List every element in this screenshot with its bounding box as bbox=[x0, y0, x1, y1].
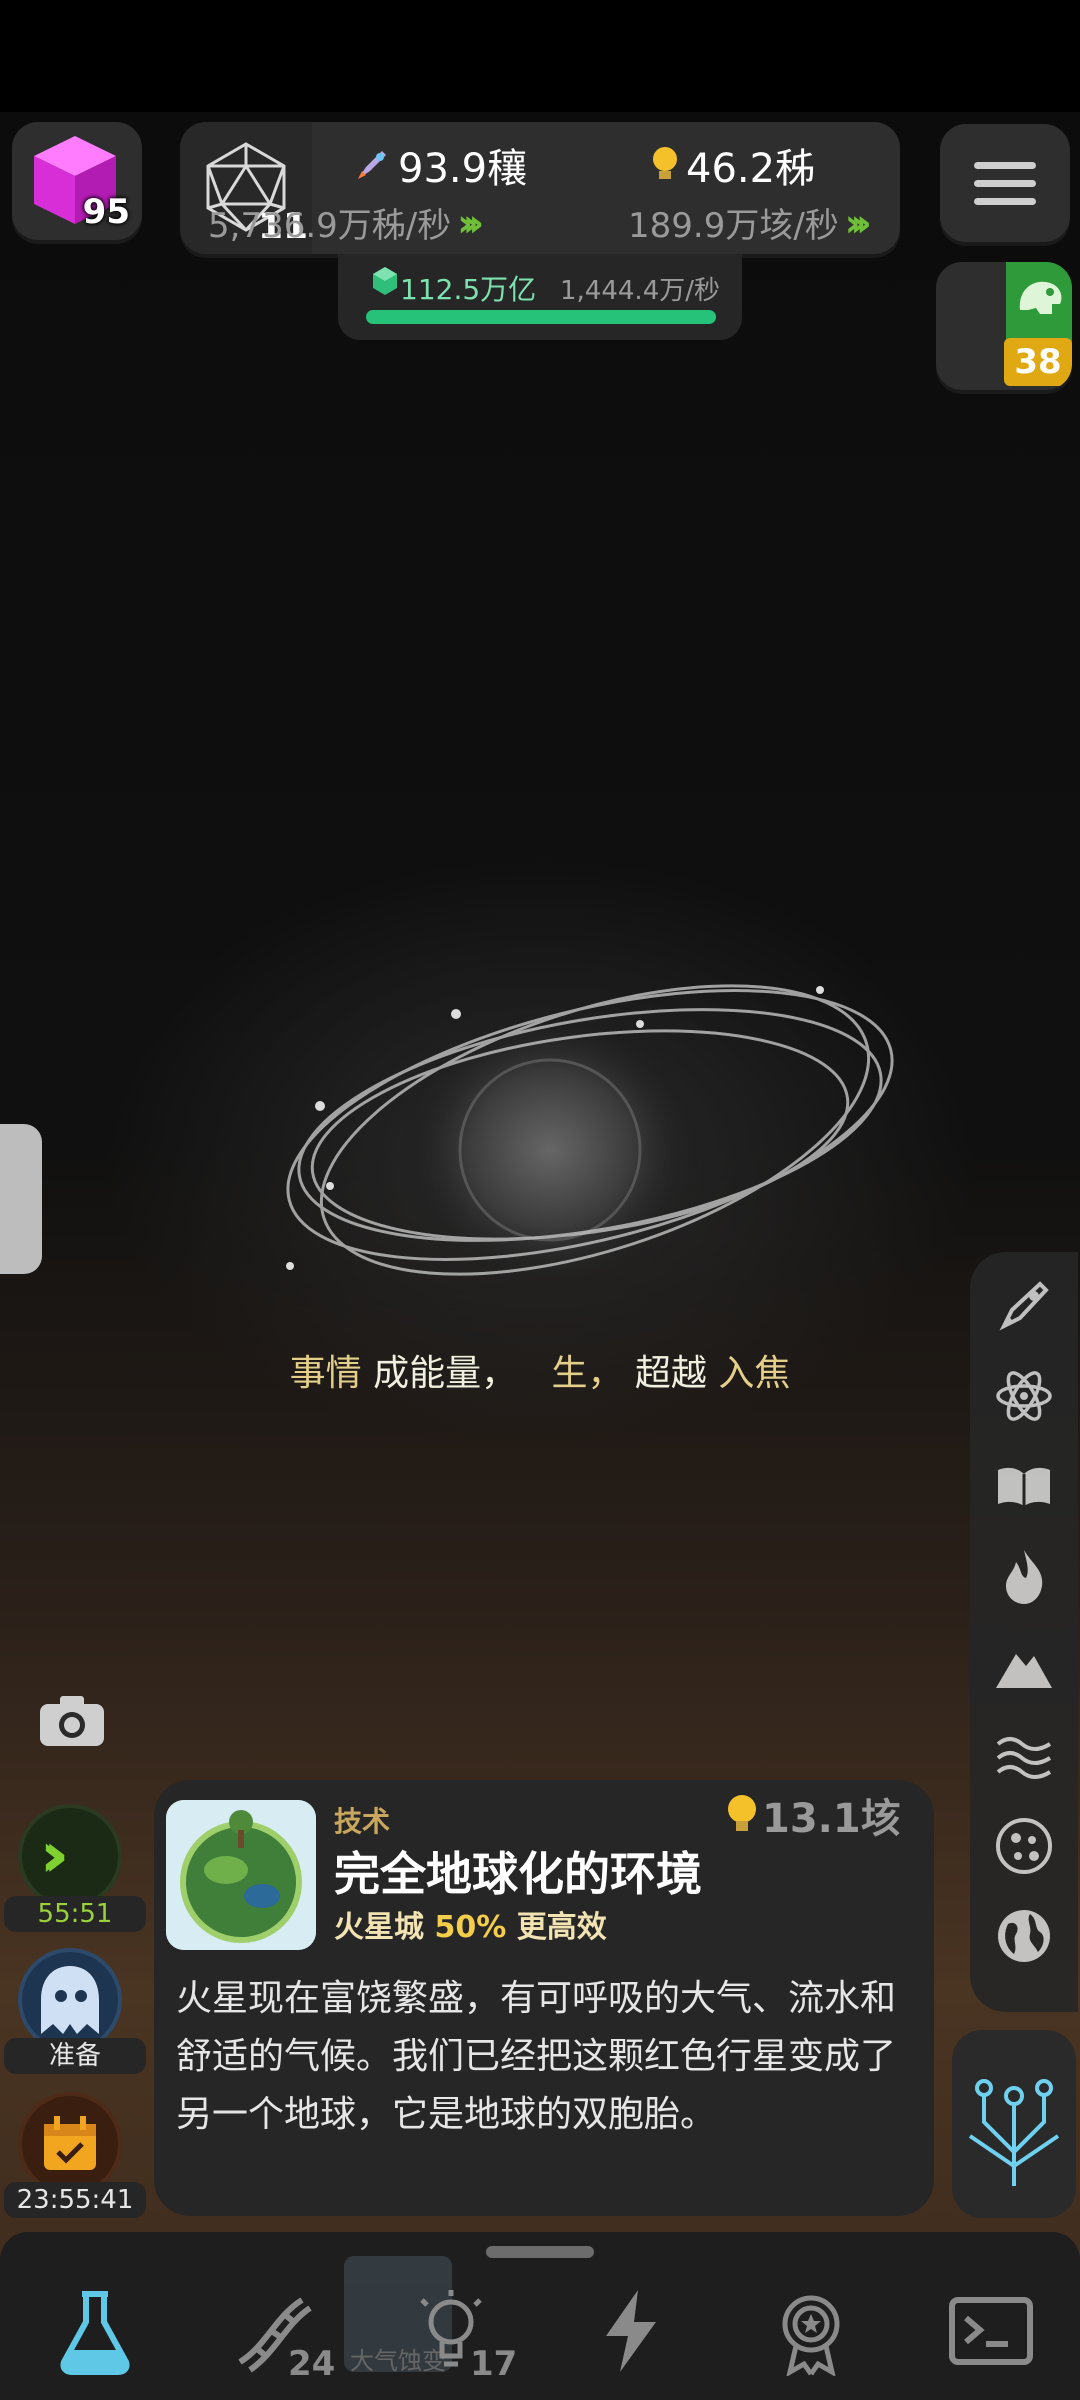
card-effect: 火星城 50% 更高效 bbox=[334, 1902, 607, 1946]
effect-target: 火星城 bbox=[334, 1910, 424, 1945]
menu-button[interactable] bbox=[940, 124, 1070, 242]
terminal-icon[interactable] bbox=[946, 2286, 1036, 2376]
waves-icon[interactable] bbox=[994, 1726, 1054, 1786]
caption-part: 生， bbox=[551, 1353, 624, 1394]
tech-card[interactable]: 技术 完全地球化的环境 火星城 50% 更高效 13.1垓 火星现在富饶繁盛，有… bbox=[154, 1780, 934, 2216]
category-sidebar bbox=[970, 1252, 1078, 2012]
rocket-icon bbox=[358, 151, 386, 179]
resource-1-rate-row: 5,736.9万秭/秒 ››› bbox=[208, 198, 484, 247]
caption-part: 事情 bbox=[289, 1353, 362, 1394]
ghost-button[interactable] bbox=[18, 1948, 122, 2052]
status-bar bbox=[0, 0, 1080, 112]
menu-icon-line bbox=[974, 198, 1036, 205]
resource-2-rate: 189.9万垓/秒 bbox=[628, 206, 839, 246]
resource-1[interactable]: 93.9穰 bbox=[352, 136, 527, 194]
mountain-icon[interactable] bbox=[994, 1636, 1054, 1696]
dna-count: 24 bbox=[288, 2344, 336, 2384]
lightbulb-count: 17 bbox=[470, 2344, 518, 2384]
gem-progress-bar bbox=[366, 310, 716, 324]
dinosaur-icon bbox=[1019, 281, 1062, 314]
boost-timer: 55:51 bbox=[4, 1896, 146, 1932]
dino-background bbox=[1006, 262, 1072, 346]
menu-icon-line bbox=[974, 162, 1036, 169]
resource-panel[interactable]: 11 93.9穰 5,736.9万秭/秒 ››› 46.2秭 189.9万垓/秒… bbox=[180, 122, 900, 254]
tree-icon bbox=[968, 2079, 1060, 2186]
camera-icon[interactable] bbox=[36, 1690, 108, 1750]
cube-button[interactable]: 95 bbox=[12, 122, 142, 240]
medal-icon[interactable] bbox=[766, 2286, 856, 2376]
dino-button[interactable]: 38 bbox=[936, 262, 1072, 390]
nav-drag-handle[interactable] bbox=[486, 2246, 594, 2258]
card-cost: 13.1垓 bbox=[726, 1786, 901, 1844]
lightning-icon[interactable] bbox=[586, 2286, 676, 2376]
menu-icon-line bbox=[974, 180, 1036, 187]
gem-icon bbox=[373, 267, 397, 295]
dino-count: 38 bbox=[1004, 338, 1072, 386]
caption-part: 超越 bbox=[634, 1353, 707, 1394]
atom-icon[interactable] bbox=[994, 1366, 1054, 1426]
resource-2[interactable]: 46.2秭 bbox=[650, 136, 815, 194]
card-description: 火星现在富饶繁盛，有可呼吸的大气、流水和舒适的气候。我们已经把这颗红色行星变成了… bbox=[176, 1978, 897, 2135]
calendar-button[interactable] bbox=[18, 2092, 122, 2196]
gem-rate: 1,444.4万/秒 bbox=[560, 276, 720, 306]
cells-icon[interactable] bbox=[994, 1816, 1054, 1876]
card-cost-value: 13.1垓 bbox=[762, 1796, 901, 1842]
globe-icon[interactable] bbox=[994, 1906, 1054, 1966]
lightbulb-icon bbox=[653, 147, 677, 179]
caption-part: 入焦 bbox=[718, 1353, 791, 1394]
ghost-icon bbox=[41, 1966, 99, 2034]
flask-icon[interactable] bbox=[50, 2286, 140, 2376]
gem-progress-fill bbox=[366, 310, 716, 324]
cube-count: 95 bbox=[82, 192, 130, 232]
galaxy-graphic[interactable] bbox=[260, 930, 920, 1320]
effect-text: 更高效 bbox=[516, 1910, 607, 1945]
card-category: 技术 bbox=[334, 1805, 391, 1838]
card-title: 完全地球化的环境 bbox=[334, 1847, 702, 1901]
resource-2-rate-row: 189.9万垓/秒 ››› bbox=[628, 198, 872, 247]
fire-icon[interactable] bbox=[994, 1546, 1054, 1606]
terraformed-planet-image bbox=[166, 1800, 316, 1950]
gem-panel[interactable]: 112.5万亿 1,444.4万/秒 bbox=[338, 254, 742, 340]
resource-1-rate: 5,736.9万秭/秒 bbox=[208, 206, 452, 246]
boost-chevron-icon: ›› bbox=[40, 1818, 69, 1891]
left-drawer-handle[interactable] bbox=[0, 1124, 42, 1274]
gem-value: 112.5万亿 bbox=[400, 273, 537, 306]
book-icon[interactable] bbox=[994, 1456, 1054, 1516]
boost-chevron-icon: ››› bbox=[457, 200, 484, 245]
calendar-icon bbox=[44, 2116, 96, 2170]
ghost-label: 准备 bbox=[4, 2038, 146, 2074]
rocket-icon[interactable] bbox=[994, 1276, 1054, 1336]
tech-tree-button[interactable] bbox=[952, 2030, 1076, 2218]
resource-1-value: 93.9穰 bbox=[398, 146, 528, 192]
calendar-timer: 23:55:41 bbox=[4, 2182, 146, 2218]
resource-2-value: 46.2秭 bbox=[686, 146, 816, 192]
scene-caption: 事情 成能量， 生， 超越 入焦 bbox=[0, 1344, 1080, 1396]
boost-chevron-icon: ››› bbox=[844, 200, 872, 245]
effect-percent: 50% bbox=[434, 1910, 507, 1945]
lightbulb-icon bbox=[728, 1795, 756, 1831]
boost-button[interactable]: ›› bbox=[18, 1804, 122, 1908]
bottom-nav: 大气蚀变 24 17 bbox=[0, 2232, 1080, 2400]
caption-part: 成能量， bbox=[373, 1353, 518, 1394]
